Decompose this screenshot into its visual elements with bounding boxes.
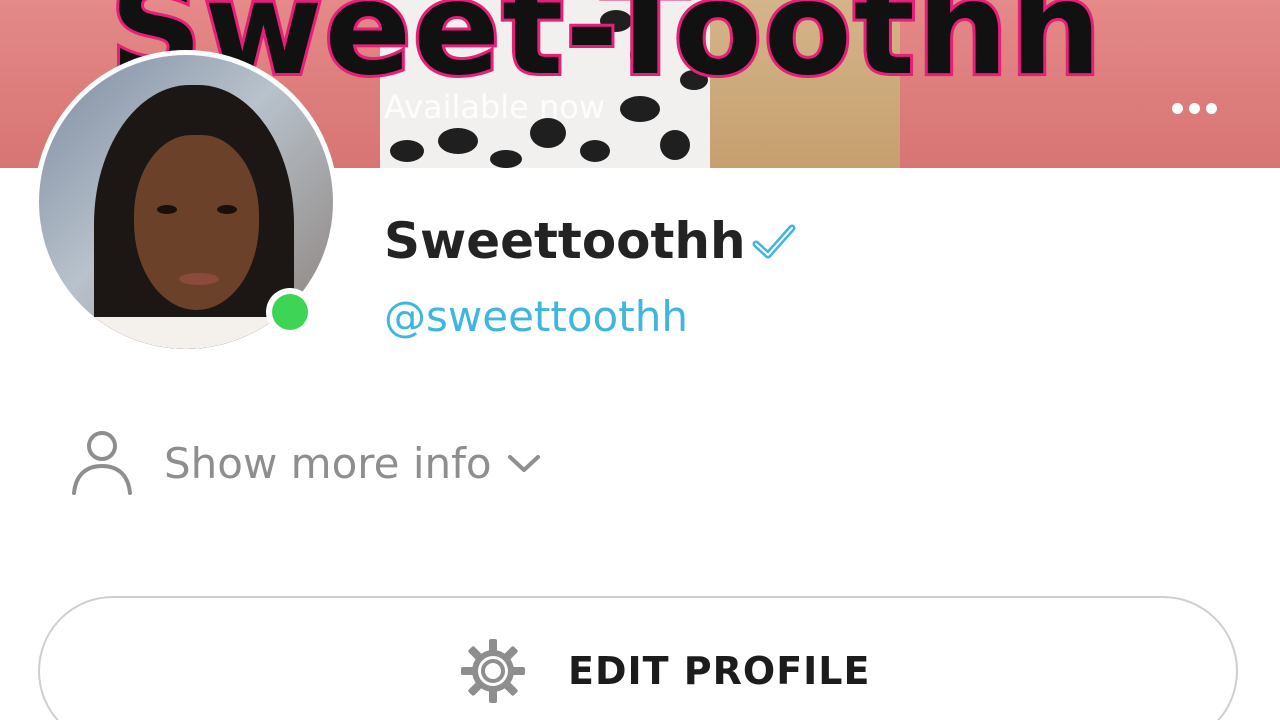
more-horizontal-icon[interactable]	[1164, 96, 1224, 120]
edit-profile-label: EDIT PROFILE	[568, 649, 871, 693]
show-more-info-toggle[interactable]: Show more info	[70, 428, 542, 498]
gear-icon	[461, 639, 525, 703]
verified-check-icon	[752, 224, 796, 259]
chevron-down-icon	[507, 455, 540, 472]
profile-display-name: Sweettoothh	[384, 212, 746, 270]
show-more-info-label: Show more info	[164, 438, 492, 488]
profile-page: Sweet-Toothh Available now Sweettoothh @…	[0, 0, 1280, 720]
edit-profile-button[interactable]: EDIT PROFILE	[38, 596, 1238, 720]
availability-status: Available now	[384, 88, 606, 126]
online-status-indicator	[266, 288, 314, 336]
person-icon	[72, 431, 132, 495]
profile-username[interactable]: @sweettoothh	[384, 290, 688, 344]
